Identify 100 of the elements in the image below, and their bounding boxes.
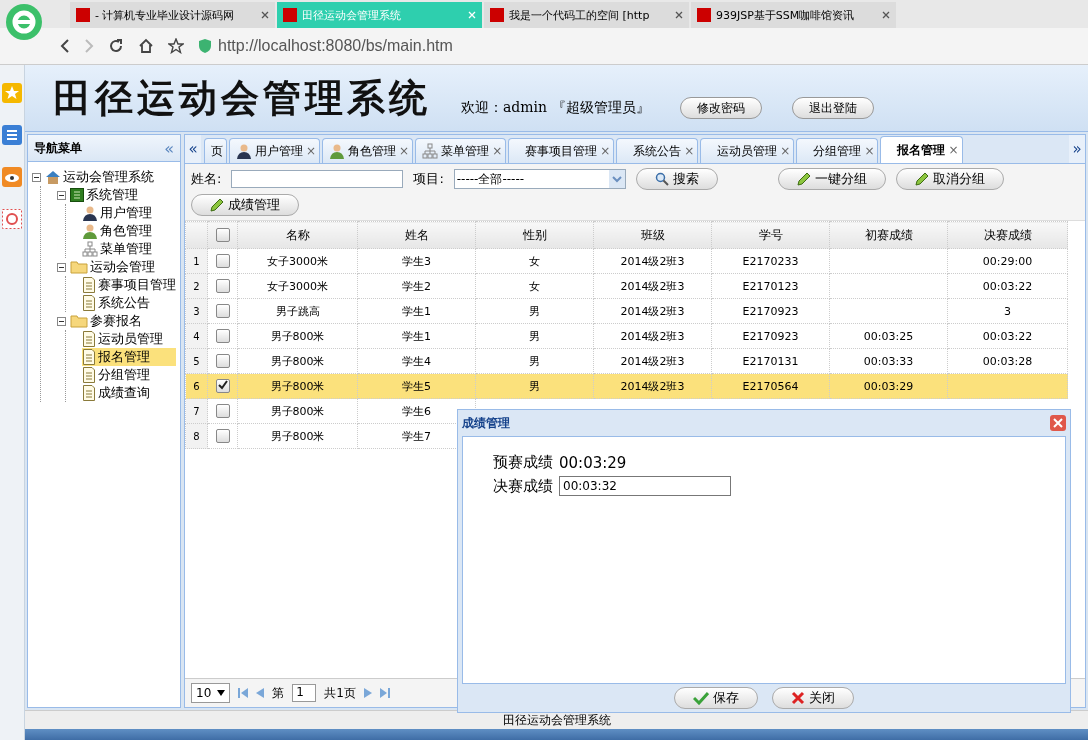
row-checkbox[interactable] xyxy=(215,379,230,393)
action-button[interactable]: 一键分组 xyxy=(777,168,886,190)
document-icon xyxy=(82,385,96,401)
page-icon xyxy=(283,8,297,22)
table-cell: 女 xyxy=(475,248,594,274)
scroll-right-button[interactable]: » xyxy=(1069,135,1085,163)
back-icon[interactable] xyxy=(60,38,70,54)
shield-icon xyxy=(198,38,212,54)
column-header[interactable]: 学号 xyxy=(711,221,830,249)
tree-item[interactable]: 系统公告 xyxy=(82,294,176,312)
collapse-icon[interactable] xyxy=(57,316,66,326)
pencil-icon xyxy=(914,172,929,186)
column-header[interactable]: 决赛成绩 xyxy=(947,221,1068,249)
close-icon[interactable] xyxy=(882,11,890,19)
column-header[interactable]: 名称 xyxy=(237,221,358,249)
tree-item[interactable]: 参赛报名 xyxy=(57,312,176,330)
close-icon[interactable] xyxy=(675,11,683,19)
header-button[interactable]: 修改密码 xyxy=(679,97,762,119)
tree-item[interactable]: 报名管理 xyxy=(82,348,176,366)
tree-item[interactable]: 分组管理 xyxy=(82,366,176,384)
row-checkbox[interactable] xyxy=(215,354,230,368)
field-label: 预赛成绩 xyxy=(493,453,553,472)
next-page-icon[interactable] xyxy=(363,688,372,698)
person-icon xyxy=(329,143,346,159)
close-icon[interactable] xyxy=(261,11,269,19)
tree-item[interactable]: 赛事项目管理 xyxy=(82,276,176,294)
collapse-icon[interactable] xyxy=(32,172,41,182)
header-button[interactable]: 退出登陆 xyxy=(791,97,874,119)
last-page-icon[interactable] xyxy=(379,688,390,698)
select-all-checkbox[interactable] xyxy=(215,228,230,243)
tree-item[interactable]: 系统管理 xyxy=(57,186,176,204)
tab[interactable]: 报名管理 × xyxy=(880,136,963,163)
row-checkbox[interactable] xyxy=(215,404,230,418)
tree-item[interactable]: 成绩查询 xyxy=(82,384,176,402)
table-cell: 00:29:00 xyxy=(947,248,1068,274)
tab[interactable]: 系统公告 × xyxy=(616,138,699,163)
table-cell: 男 xyxy=(475,323,594,349)
tree-item[interactable]: 角色管理 xyxy=(82,222,176,240)
tab[interactable]: 用户管理 × xyxy=(229,138,321,163)
page-number-field[interactable]: 1 xyxy=(292,684,317,702)
column-header[interactable]: 初赛成绩 xyxy=(829,221,948,249)
pencil-icon xyxy=(210,198,224,212)
table-cell: 2014级2班3 xyxy=(593,373,712,399)
save-button[interactable]: 保存 xyxy=(674,687,758,709)
tab[interactable]: 页 xyxy=(204,138,227,163)
page-size-select[interactable]: 10 xyxy=(191,683,231,703)
column-header[interactable]: 姓名 xyxy=(357,221,476,249)
tree-item[interactable]: 运动会管理系统 xyxy=(32,168,176,186)
tab[interactable]: 赛事项目管理 × xyxy=(508,138,615,163)
browser-tab[interactable]: 我是一个代码工的空间 [http xyxy=(484,2,689,28)
table-cell: 女子3000米 xyxy=(237,248,358,274)
column-header[interactable]: 性别 xyxy=(475,221,594,249)
collapse-icon[interactable] xyxy=(57,262,66,272)
tree-item[interactable]: 用户管理 xyxy=(82,204,176,222)
first-page-icon[interactable] xyxy=(238,688,249,698)
tab[interactable]: 分组管理 × xyxy=(796,138,879,163)
previous-page-icon[interactable] xyxy=(256,688,265,698)
close-dialog-button[interactable]: 关闭 xyxy=(772,687,854,709)
table-cell: 00:03:33 xyxy=(829,348,948,374)
action-button[interactable]: 成绩管理 xyxy=(191,194,299,216)
row-checkbox[interactable] xyxy=(215,279,230,293)
tab[interactable]: 运动员管理 × xyxy=(700,138,795,163)
table-cell: 学生5 xyxy=(357,373,476,399)
row-checkbox[interactable] xyxy=(215,304,230,318)
tab[interactable]: 角色管理 × xyxy=(322,138,414,163)
eye-icon[interactable] xyxy=(2,167,22,187)
table-cell: 女 xyxy=(475,273,594,299)
name-field[interactable] xyxy=(231,170,404,188)
scroll-left-button[interactable]: « xyxy=(185,135,201,163)
action-button[interactable]: 取消分组 xyxy=(895,168,1004,190)
tree-item[interactable]: 菜单管理 xyxy=(82,240,176,258)
field-label: 姓名: xyxy=(191,170,222,188)
house-icon xyxy=(45,169,61,185)
browser-tab[interactable]: 939JSP基于SSM咖啡馆资讯 xyxy=(691,2,896,28)
list-icon[interactable] xyxy=(2,125,22,145)
table-cell: 00:03:28 xyxy=(947,348,1068,374)
home-icon[interactable] xyxy=(138,38,154,54)
table-cell: E2170923 xyxy=(711,298,830,324)
reload-icon[interactable] xyxy=(108,38,124,54)
close-button[interactable] xyxy=(1050,415,1066,431)
row-checkbox[interactable] xyxy=(215,329,230,343)
row-checkbox[interactable] xyxy=(215,429,230,443)
row-checkbox[interactable] xyxy=(215,254,230,268)
browser-tab[interactable]: - 计算机专业毕业设计源码网 xyxy=(70,2,275,28)
person-icon xyxy=(82,205,98,221)
tree-item[interactable]: 运动会管理 xyxy=(57,258,176,276)
star-icon[interactable] xyxy=(168,38,184,54)
table-cell: 男 xyxy=(475,373,594,399)
search-button[interactable]: 搜索 xyxy=(635,168,718,190)
tree-item[interactable]: 运动员管理 xyxy=(82,330,176,348)
input-field[interactable]: 00:03:32 xyxy=(559,476,731,496)
caret-icon[interactable] xyxy=(217,690,226,696)
table-cell: 男子跳高 xyxy=(237,298,358,324)
column-header[interactable]: 班级 xyxy=(593,221,712,249)
search-icon xyxy=(654,172,669,186)
project-dropdown[interactable]: -----全部----- xyxy=(453,169,626,189)
tab[interactable]: 菜单管理 × xyxy=(415,138,507,163)
row-number: 8 xyxy=(185,423,208,449)
collapse-icon[interactable] xyxy=(57,190,66,200)
table-cell: 男子800米 xyxy=(237,398,358,424)
